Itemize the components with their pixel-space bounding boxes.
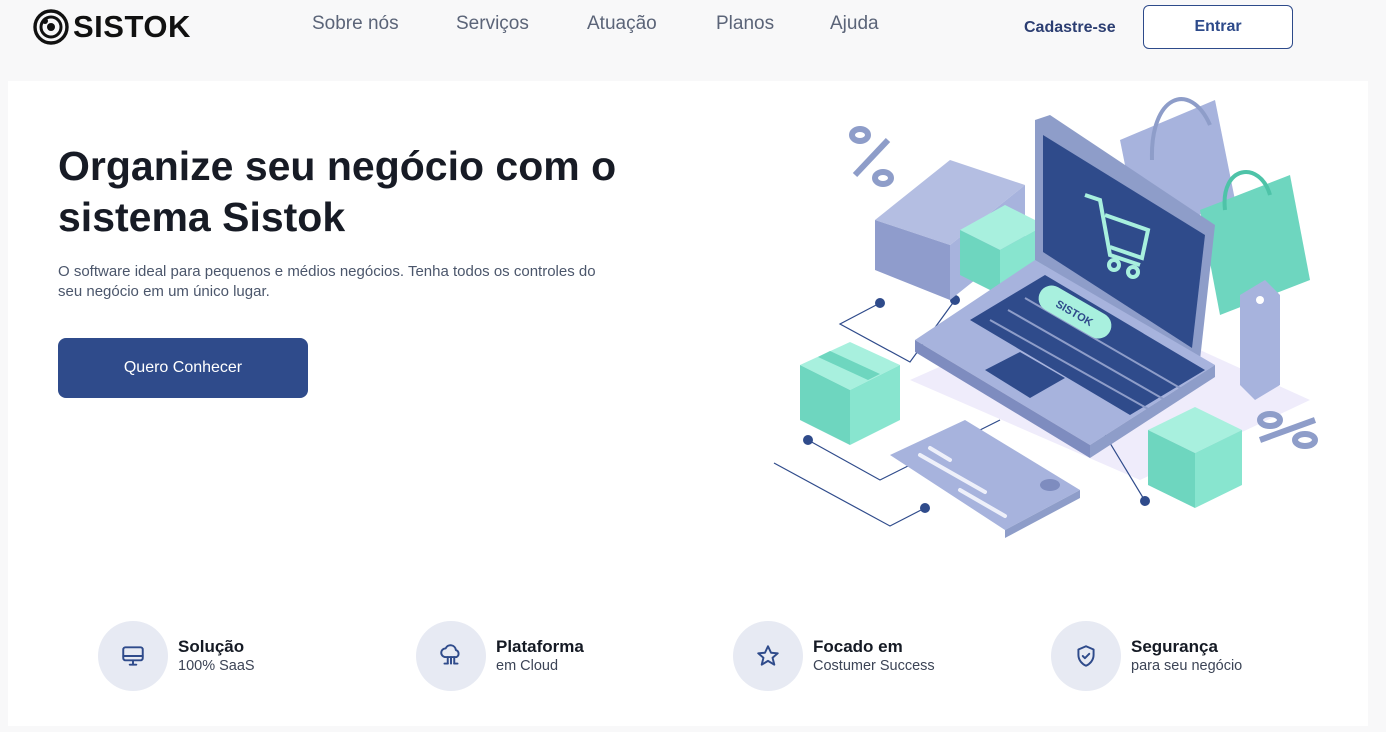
- feature-subtitle: Costumer Success: [813, 658, 935, 674]
- nav-item-planos[interactable]: Planos: [716, 13, 774, 35]
- login-button[interactable]: Entrar: [1143, 5, 1293, 49]
- signup-link[interactable]: Cadastre-se: [1024, 19, 1116, 37]
- brand-logo[interactable]: SISTOK: [33, 9, 191, 45]
- feature-seguranca: Segurança para seu negócio: [1051, 621, 1242, 691]
- star-icon: [757, 645, 779, 666]
- feature-solucao: Solução 100% SaaS: [98, 621, 255, 691]
- hero-subtitle: O software ideal para pequenos e médios …: [58, 263, 596, 300]
- feature-title: Segurança: [1131, 637, 1218, 656]
- feature-plataforma: Plataforma em Cloud: [416, 621, 584, 691]
- feature-title: Solução: [178, 637, 245, 656]
- ecommerce-illustration: SISTOK: [773, 97, 1318, 538]
- nav-item-sobre-nos[interactable]: Sobre nós: [312, 13, 399, 35]
- nav-item-ajuda[interactable]: Ajuda: [830, 13, 879, 35]
- feature-subtitle: para seu negócio: [1131, 658, 1243, 674]
- monitor-icon: [122, 646, 144, 666]
- feature-focado: Focado em Costumer Success: [733, 621, 935, 691]
- top-navigation: SISTOK Sobre nós Serviços Atuação Planos…: [0, 0, 1386, 80]
- brand-name: SISTOK: [73, 9, 191, 44]
- feature-subtitle: 100% SaaS: [178, 658, 255, 674]
- hero-title: Organize seu negócio com o sistema Sisto…: [58, 143, 617, 240]
- shield-check-icon: [1077, 645, 1095, 667]
- nav-item-atuacao[interactable]: Atuação: [587, 13, 657, 35]
- percent-icon: [849, 126, 894, 187]
- logo-icon: [33, 9, 69, 45]
- feature-title: Plataforma: [496, 637, 584, 656]
- feature-title: Focado em: [813, 637, 903, 656]
- quero-conhecer-button[interactable]: Quero Conhecer: [58, 338, 308, 398]
- nav-item-servicos[interactable]: Serviços: [456, 13, 529, 35]
- feature-subtitle: em Cloud: [496, 658, 559, 674]
- cloud-network-icon: [440, 644, 460, 665]
- gift-box-left: [800, 342, 900, 445]
